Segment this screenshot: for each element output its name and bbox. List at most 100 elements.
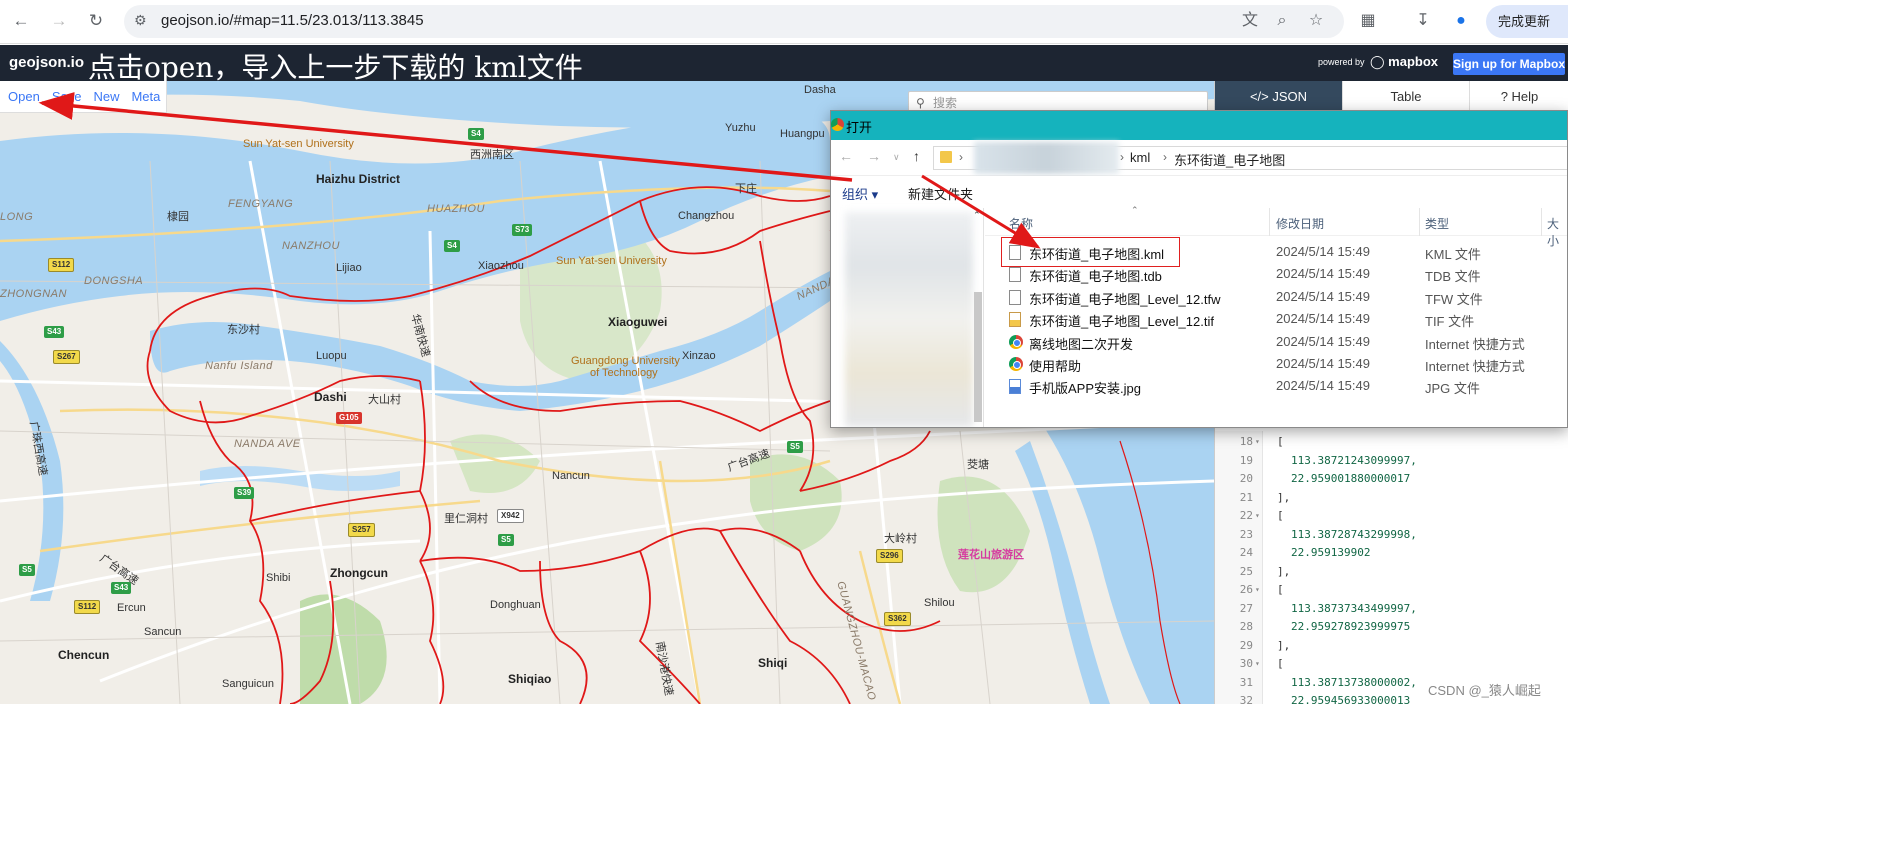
- path-breadcrumb[interactable]: › › kml › 东环街道_电子地图: [933, 142, 1567, 174]
- road-shield: X942: [497, 509, 524, 523]
- meta-button[interactable]: Meta: [125, 89, 166, 104]
- road-shield: S5: [19, 564, 35, 576]
- road-shield: S4: [444, 240, 460, 252]
- chevron-down-icon[interactable]: ∨: [893, 152, 900, 163]
- back-icon[interactable]: ←: [839, 148, 853, 164]
- fold-toggle-icon[interactable]: ▾: [1255, 507, 1260, 525]
- kml-highlight-box: [1001, 237, 1180, 267]
- column-divider[interactable]: [1419, 208, 1420, 236]
- new-button[interactable]: New: [87, 89, 125, 104]
- line-number: 28: [1239, 620, 1253, 633]
- line-number: 20: [1239, 472, 1253, 485]
- breadcrumb-item[interactable]: 东环街道_电子地图: [1174, 150, 1285, 169]
- road-shield: S43: [44, 326, 65, 338]
- app-root: ← → ↻ ⚙ geojson.io/#map=11.5/23.013/113.…: [0, 0, 1568, 704]
- address-bar[interactable]: ⚙ geojson.io/#map=11.5/23.013/113.3845 文…: [124, 5, 1344, 38]
- profile-icon[interactable]: ●: [1450, 10, 1472, 32]
- line-number: 26: [1239, 583, 1253, 596]
- powered-by-text: powered by: [1318, 57, 1365, 67]
- translate-icon[interactable]: 文: [1239, 10, 1261, 32]
- fold-toggle-icon[interactable]: ▾: [1255, 433, 1260, 451]
- forward-icon[interactable]: →: [48, 10, 70, 32]
- map-label: Sanguicun: [222, 678, 274, 690]
- file-type: Internet 快捷方式: [1425, 359, 1525, 374]
- signup-button[interactable]: Sign up for Mapbox: [1453, 53, 1565, 75]
- site-info-icon[interactable]: ⚙: [134, 12, 147, 29]
- file-type: TIF 文件: [1425, 314, 1475, 330]
- reload-icon[interactable]: ↻: [85, 10, 107, 32]
- scrollbar[interactable]: ⌃: [972, 210, 984, 427]
- save-button[interactable]: Save: [46, 89, 88, 104]
- code-text: [: [1277, 435, 1284, 448]
- fold-toggle-icon[interactable]: ▾: [1255, 655, 1260, 673]
- tab-help[interactable]: ? Help: [1469, 81, 1568, 113]
- map-label: Yuzhu: [725, 122, 756, 134]
- tif-file-icon: [1009, 312, 1021, 328]
- file-row[interactable]: 东环街道_电子地图_Level_12.tif 2024/5/14 15:49 TIF…: [985, 309, 1567, 331]
- zoom-icon[interactable]: ⌕: [1271, 10, 1293, 32]
- column-divider[interactable]: [1541, 208, 1542, 236]
- organize-button[interactable]: 组织 ▾: [842, 184, 878, 203]
- line-number: 24: [1239, 546, 1253, 559]
- update-button[interactable]: 完成更新: [1486, 5, 1568, 38]
- app-header: geojson.io 点击open，导入上一步下载的 kml文件 powered…: [0, 45, 1568, 84]
- map-label: Sancun: [144, 626, 182, 638]
- map-label: Changzhou: [678, 210, 735, 222]
- forward-icon[interactable]: →: [867, 148, 881, 164]
- chrome-icon: [831, 118, 844, 131]
- new-folder-button[interactable]: 新建文件夹: [908, 184, 973, 203]
- code-line: 28 22.959278923999975: [1215, 618, 1568, 636]
- file-row[interactable]: 手机版APP安装.jpg 2024/5/14 15:49 JPG 文件: [985, 376, 1567, 398]
- map-label: HUAZHOU: [427, 203, 485, 215]
- scrollbar-thumb[interactable]: [974, 292, 982, 422]
- line-number: 25: [1239, 564, 1253, 578]
- tab-table[interactable]: Table: [1342, 81, 1469, 113]
- dialog-nav-pane[interactable]: ⌃: [831, 208, 984, 427]
- back-icon[interactable]: ←: [10, 10, 32, 32]
- file-icon: [1009, 267, 1021, 283]
- map-label: 棣园: [167, 211, 189, 223]
- fold-toggle-icon[interactable]: ▾: [1255, 581, 1260, 599]
- file-type: TDB 文件: [1425, 269, 1481, 285]
- dialog-titlebar[interactable]: 打开: [831, 111, 1567, 140]
- code-line: 20 22.959001880000017: [1215, 470, 1568, 488]
- map-label: Zhongcun: [330, 566, 388, 580]
- map-label: NANZHOU: [282, 240, 340, 252]
- code-text: 22.959278923999975: [1291, 620, 1411, 633]
- map-label: Donghuan: [490, 599, 541, 611]
- file-row[interactable]: 东环街道_电子地图_Level_12.tfw 2024/5/14 15:49 TFW…: [985, 287, 1567, 309]
- road-shield: S39: [234, 487, 255, 499]
- breadcrumb-separator-icon: ›: [1163, 150, 1167, 164]
- file-row[interactable]: 东环街道_电子地图.tdb 2024/5/14 15:49 TDB 文件: [985, 264, 1567, 286]
- map-label: Shiqiao: [508, 672, 552, 686]
- road-shield: S267: [53, 350, 80, 364]
- map-label: Dasha: [804, 84, 836, 96]
- file-row[interactable]: 离线地图二次开发 2024/5/14 15:49 Internet 快捷方式: [985, 332, 1567, 354]
- file-row[interactable]: 使用帮助 2024/5/14 15:49 Internet 快捷方式: [985, 354, 1567, 376]
- chevron-up-icon[interactable]: ⌃: [973, 210, 981, 221]
- file-name: 东环街道_电子地图.tdb: [1029, 269, 1162, 285]
- bookmark-star-icon[interactable]: ☆: [1305, 10, 1327, 32]
- column-modified[interactable]: 修改日期: [1276, 215, 1324, 232]
- code-line: 26 ▾ [: [1215, 581, 1568, 599]
- up-arrow-icon[interactable]: ↑: [913, 148, 920, 164]
- open-button[interactable]: Open: [2, 89, 46, 104]
- tab-json[interactable]: </> JSON: [1215, 81, 1342, 113]
- road-shield: S73: [512, 224, 533, 236]
- brand-logo[interactable]: geojson.io: [9, 54, 84, 71]
- column-type[interactable]: 类型: [1425, 215, 1449, 232]
- download-icon[interactable]: ↧: [1412, 10, 1434, 32]
- column-name[interactable]: 名称: [1009, 215, 1033, 232]
- mapbox-logo[interactable]: ◯ mapbox: [1370, 54, 1438, 70]
- code-line: 25],: [1215, 563, 1568, 581]
- file-type: TFW 文件: [1425, 291, 1483, 307]
- dialog-command-bar: 组织 ▾ 新建文件夹: [831, 176, 1567, 208]
- road-shield: G105: [336, 412, 362, 424]
- column-divider[interactable]: [1269, 208, 1270, 236]
- map-label: of Technology: [590, 367, 658, 379]
- file-name: 东环街道_电子地图_Level_12.tif: [1029, 314, 1214, 330]
- road-shield: S112: [74, 600, 101, 614]
- map-label: Shilou: [924, 597, 955, 609]
- extensions-icon[interactable]: ▦: [1357, 10, 1379, 32]
- breadcrumb-item[interactable]: kml: [1130, 150, 1150, 165]
